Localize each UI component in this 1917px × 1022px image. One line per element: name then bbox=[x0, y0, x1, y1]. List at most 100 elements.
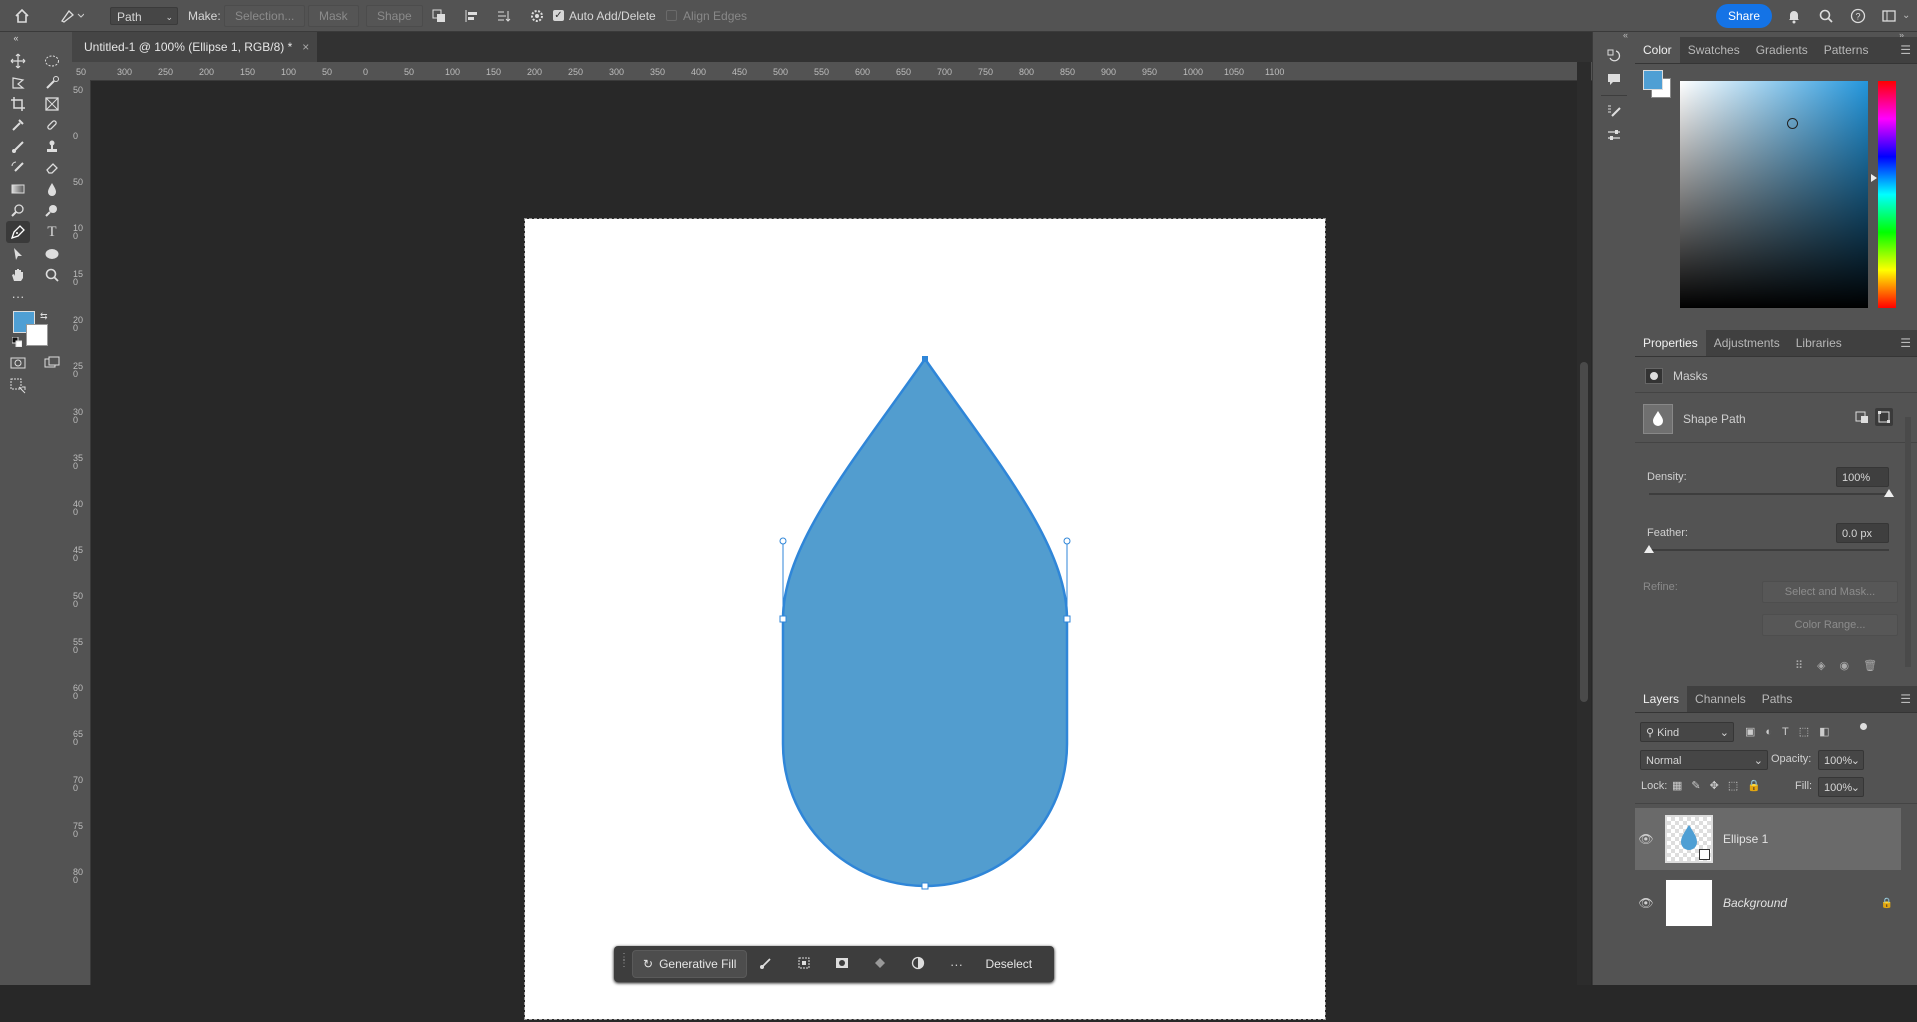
density-input[interactable]: 100% bbox=[1836, 467, 1889, 487]
add-vector-mask-icon[interactable] bbox=[1875, 408, 1893, 426]
lasso-tool-icon[interactable] bbox=[6, 72, 30, 94]
add-pixel-mask-icon[interactable] bbox=[1855, 410, 1869, 427]
drag-handle-icon[interactable]: ⋮ ⋮ bbox=[619, 953, 629, 969]
notification-bell-icon[interactable] bbox=[1786, 0, 1802, 31]
brush-selection-icon[interactable] bbox=[747, 956, 785, 973]
bezier-handle[interactable] bbox=[1063, 537, 1071, 545]
object-selection-tool-icon[interactable] bbox=[40, 72, 64, 94]
bezier-handle[interactable] bbox=[779, 537, 787, 545]
brush-settings-icon[interactable] bbox=[1606, 103, 1622, 122]
brush-tool-icon[interactable] bbox=[6, 136, 30, 158]
path-selection-tool-icon[interactable] bbox=[6, 243, 30, 265]
layer-filter-kind-select[interactable]: ⚲ Kind ⌄ bbox=[1640, 722, 1734, 742]
tab-libraries[interactable]: Libraries bbox=[1788, 330, 1850, 356]
sponge-tool-icon[interactable] bbox=[40, 200, 64, 222]
tab-layers[interactable]: Layers bbox=[1635, 686, 1688, 712]
color-field[interactable] bbox=[1680, 81, 1868, 308]
zoom-tool-icon[interactable] bbox=[40, 264, 64, 286]
properties-footer-icons[interactable]: ⠿◈◉🗑 bbox=[1795, 659, 1891, 672]
water-drop-shape[interactable] bbox=[525, 219, 1325, 1019]
color-swatches-mini[interactable] bbox=[1643, 70, 1671, 98]
mask-icon[interactable] bbox=[823, 956, 861, 973]
align-edges-checkbox[interactable]: Align Edges bbox=[666, 0, 747, 31]
spot-healing-tool-icon[interactable] bbox=[40, 114, 64, 136]
tab-channels[interactable]: Channels bbox=[1687, 686, 1754, 712]
tab-swatches[interactable]: Swatches bbox=[1680, 37, 1748, 63]
marquee-tool-icon[interactable] bbox=[40, 50, 64, 72]
scrollbar-thumb[interactable] bbox=[1580, 362, 1588, 702]
adjustment-icon[interactable] bbox=[899, 956, 937, 973]
share-button[interactable]: Share bbox=[1716, 3, 1773, 28]
tab-properties[interactable]: Properties bbox=[1635, 330, 1706, 356]
hue-slider[interactable] bbox=[1878, 81, 1896, 308]
eyedropper-tool-icon[interactable] bbox=[6, 114, 30, 136]
layer-name[interactable]: Background bbox=[1723, 896, 1787, 910]
panel-menu-icon[interactable]: ☰ bbox=[1900, 336, 1911, 350]
expand-dock-icon[interactable]: « bbox=[1623, 30, 1628, 40]
feather-slider-thumb[interactable] bbox=[1644, 545, 1654, 553]
background-color-swatch[interactable] bbox=[26, 324, 48, 346]
make-shape-button[interactable]: Shape bbox=[366, 4, 423, 27]
edit-toolbar-icon[interactable] bbox=[6, 375, 30, 397]
help-icon[interactable]: ? bbox=[1850, 0, 1866, 31]
visibility-eye-icon[interactable]: 👁 bbox=[1635, 832, 1657, 846]
tab-adjustments[interactable]: Adjustments bbox=[1706, 330, 1788, 356]
tab-patterns[interactable]: Patterns bbox=[1816, 37, 1877, 63]
document-canvas[interactable] bbox=[524, 218, 1326, 1020]
document-tab[interactable]: Untitled-1 @ 100% (Ellipse 1, RGB/8) * × bbox=[72, 32, 318, 62]
crop-tool-icon[interactable] bbox=[6, 93, 30, 115]
color-range-button[interactable]: Color Range... bbox=[1762, 614, 1898, 636]
lock-options-icons[interactable]: ▦✎✥⬚🔒 bbox=[1672, 779, 1770, 792]
collapse-toolbar-icon[interactable]: « bbox=[4, 31, 28, 45]
fill-icon[interactable] bbox=[861, 956, 899, 973]
color-picker-ring[interactable] bbox=[1787, 118, 1798, 129]
properties-scrollbar[interactable] bbox=[1905, 417, 1911, 667]
clone-stamp-tool-icon[interactable] bbox=[40, 136, 64, 158]
move-tool-icon[interactable] bbox=[6, 50, 30, 72]
frame-tool-icon[interactable] bbox=[40, 93, 64, 115]
tab-gradients[interactable]: Gradients bbox=[1748, 37, 1816, 63]
anchor-point-left[interactable] bbox=[779, 615, 787, 623]
blend-mode-select[interactable]: Normal ⌄ bbox=[1640, 750, 1768, 770]
opacity-input[interactable]: 100% ⌄ bbox=[1818, 750, 1864, 770]
make-mask-button[interactable]: Mask bbox=[308, 4, 359, 27]
workspace-icon[interactable] bbox=[1881, 0, 1897, 31]
density-slider[interactable] bbox=[1649, 489, 1894, 497]
tab-paths[interactable]: Paths bbox=[1754, 686, 1801, 712]
auto-add-delete-checkbox[interactable]: ✓ Auto Add/Delete bbox=[553, 0, 656, 31]
vertical-scrollbar[interactable] bbox=[1577, 62, 1591, 985]
deselect-button[interactable]: Deselect bbox=[985, 957, 1032, 971]
anchor-point-bottom[interactable] bbox=[921, 882, 929, 890]
anchor-point-top[interactable] bbox=[922, 356, 928, 362]
fill-input[interactable]: 100% ⌄ bbox=[1818, 777, 1864, 797]
visibility-eye-icon[interactable]: 👁 bbox=[1635, 896, 1657, 910]
pen-tool-preset-icon[interactable] bbox=[60, 0, 84, 31]
generative-fill-button[interactable]: ↻ Generative Fill bbox=[632, 950, 748, 978]
layer-row-background[interactable]: 👁 Background 🔒 bbox=[1635, 872, 1901, 934]
transform-selection-icon[interactable] bbox=[785, 956, 823, 973]
foreground-color-mini[interactable] bbox=[1643, 70, 1663, 90]
feather-input[interactable]: 0.0 px bbox=[1836, 523, 1889, 543]
tab-color[interactable]: Color bbox=[1635, 37, 1680, 63]
screen-mode-icon[interactable] bbox=[40, 352, 64, 374]
dodge-tool-icon[interactable] bbox=[6, 200, 30, 222]
comments-icon[interactable] bbox=[1606, 71, 1622, 90]
feather-slider[interactable] bbox=[1644, 545, 1889, 553]
eraser-tool-icon[interactable] bbox=[40, 157, 64, 179]
tool-mode-select[interactable]: Path ⌄ bbox=[110, 6, 178, 25]
quick-mask-icon[interactable] bbox=[6, 352, 30, 374]
density-slider-thumb[interactable] bbox=[1884, 489, 1894, 497]
more-options-icon[interactable]: ··· bbox=[937, 957, 975, 972]
path-arrangement-icon[interactable] bbox=[496, 0, 512, 31]
path-operations-icon[interactable] bbox=[431, 0, 447, 31]
pen-tool-icon[interactable] bbox=[6, 221, 30, 243]
layer-name[interactable]: Ellipse 1 bbox=[1723, 832, 1768, 846]
search-icon[interactable] bbox=[1818, 0, 1834, 31]
type-tool-icon[interactable]: T bbox=[40, 221, 64, 243]
path-alignment-icon[interactable] bbox=[464, 0, 480, 31]
adjustments-sliders-icon[interactable] bbox=[1606, 127, 1622, 146]
anchor-point-right[interactable] bbox=[1063, 615, 1071, 623]
filter-toggle-icon[interactable] bbox=[1860, 723, 1867, 730]
hue-slider-marker[interactable] bbox=[1871, 174, 1877, 182]
layer-row-ellipse-1[interactable]: 👁 Ellipse 1 bbox=[1635, 808, 1901, 870]
